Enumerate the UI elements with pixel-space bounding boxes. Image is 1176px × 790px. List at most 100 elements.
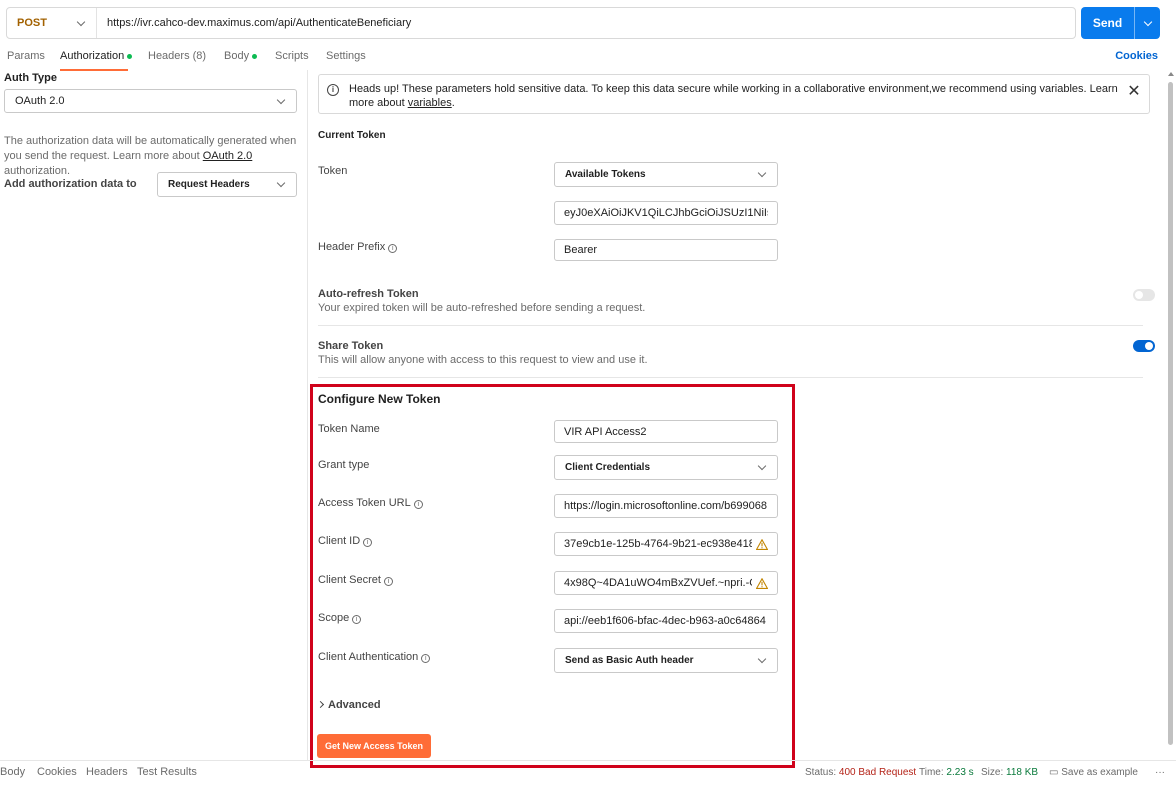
auth-desc-tail: authorization. [4, 165, 71, 177]
client-id-text: Client ID [318, 535, 361, 547]
client-authentication-select[interactable]: Send as Basic Auth header [554, 648, 778, 673]
client-id-label: Client ID i [318, 535, 373, 547]
tab-headers[interactable]: Headers (8) [148, 50, 206, 62]
client-authentication-label: Client Authentication i [318, 651, 431, 663]
client-secret-label: Client Secret i [318, 574, 393, 586]
grant-type-label: Grant type [318, 459, 370, 471]
share-token-desc: This will allow anyone with access to th… [318, 354, 648, 366]
info-icon[interactable]: i [352, 615, 362, 624]
add-auth-data-value: Request Headers [168, 179, 250, 190]
tab-authorization-label: Authorization [60, 50, 125, 62]
auto-refresh-toggle[interactable] [1133, 289, 1155, 301]
info-icon[interactable]: i [363, 538, 373, 547]
add-auth-data-label: Add authorization data to [4, 178, 137, 190]
close-icon[interactable]: ✕ [1127, 84, 1141, 100]
url-bar: POST https://ivr.cahco-dev.maximus.com/a… [6, 7, 1076, 39]
tab-params[interactable]: Params [7, 50, 45, 62]
grant-type-value: Client Credentials [565, 462, 651, 473]
header-prefix-value: Bearer [564, 244, 598, 256]
auto-refresh-title: Auto-refresh Token [318, 288, 419, 300]
save-icon: ▭ [1049, 767, 1059, 778]
save-as-example-button[interactable]: ▭ Save as example [1049, 767, 1138, 778]
response-tab-body[interactable]: Body [0, 766, 25, 778]
oauth2-link[interactable]: OAuth 2.0 [203, 150, 253, 162]
toggle-knob [1135, 291, 1143, 299]
response-tab-test-results[interactable]: Test Results [137, 766, 197, 778]
available-tokens-select[interactable]: Available Tokens [554, 162, 778, 187]
chevron-down-icon [276, 95, 286, 104]
tab-scripts[interactable]: Scripts [275, 50, 309, 62]
method-select[interactable]: POST [7, 8, 97, 38]
header-prefix-label: Header Prefix i [318, 241, 398, 253]
info-icon[interactable]: i [383, 577, 393, 586]
share-token-toggle[interactable] [1133, 340, 1155, 352]
token-value-field[interactable]: eyJ0eXAiOiJKV1QiLCJhbGciOiJSUzI1NiIsIng [554, 201, 778, 225]
current-token-title: Current Token [318, 130, 386, 141]
client-secret-value: 4x98Q~4DA1uWO4mBxZVUef.~npri.-O8 [564, 577, 752, 589]
tab-body[interactable]: Body [224, 50, 258, 62]
response-tab-headers[interactable]: Headers [86, 766, 128, 778]
tab-settings[interactable]: Settings [326, 50, 366, 62]
tab-body-label: Body [224, 50, 250, 62]
variables-link[interactable]: variables [408, 97, 452, 109]
scope-text: Scope [318, 612, 350, 624]
access-token-url-text: Access Token URL [318, 497, 411, 509]
token-name-value: VIR API Access2 [564, 425, 647, 438]
client-id-input[interactable]: 37e9cb1e-125b-4764-9b21-ec938e418e [554, 532, 778, 556]
tab-authorization[interactable]: Authorization [60, 50, 133, 62]
share-token-title: Share Token [318, 340, 384, 352]
send-button[interactable]: Send [1081, 7, 1160, 39]
auth-right-panel: i Heads up! These parameters hold sensit… [309, 70, 1167, 768]
modified-dot-icon [252, 53, 258, 59]
scope-input[interactable]: api://eeb1f606-bfac-4dec-b963-a0c64864 [554, 609, 778, 633]
auth-type-value: OAuth 2.0 [15, 95, 65, 107]
warning-icon[interactable] [756, 538, 768, 550]
auth-left-panel: Auth Type OAuth 2.0 The authorization da… [0, 70, 308, 760]
more-options-icon[interactable]: ··· [1155, 767, 1165, 778]
access-token-url-input[interactable]: https://login.microsoftonline.com/b69906… [554, 494, 778, 518]
advanced-toggle[interactable]: Advanced [316, 699, 381, 711]
size-label: Size: [981, 767, 1004, 778]
cookies-link[interactable]: Cookies [1115, 50, 1158, 62]
status-readout: Status: 400 Bad Request [805, 767, 916, 778]
info-icon[interactable]: i [421, 654, 431, 663]
divider [318, 325, 1143, 326]
chevron-down-icon [757, 654, 767, 664]
chevron-down-icon [757, 461, 767, 471]
client-secret-input[interactable]: 4x98Q~4DA1uWO4mBxZVUef.~npri.-O8 [554, 571, 778, 595]
header-prefix-input[interactable]: Bearer [554, 239, 778, 261]
token-name-input[interactable]: VIR API Access2 [554, 420, 778, 443]
grant-type-select[interactable]: Client Credentials [554, 455, 778, 480]
modified-dot-icon [127, 53, 133, 59]
info-icon[interactable]: i [388, 244, 398, 253]
scrollbar-thumb[interactable] [1168, 82, 1173, 745]
banner-tail: . [451, 97, 455, 109]
sensitive-data-banner: i Heads up! These parameters hold sensit… [318, 74, 1150, 114]
client-secret-text: Client Secret [318, 574, 381, 586]
size-value[interactable]: 118 KB [1006, 767, 1038, 778]
get-new-access-token-button[interactable]: Get New Access Token [317, 734, 431, 758]
client-authentication-text: Client Authentication [318, 651, 419, 663]
time-value[interactable]: 2.23 s [946, 767, 973, 778]
toggle-knob [1145, 342, 1153, 350]
response-tab-cookies[interactable]: Cookies [37, 766, 77, 778]
url-input[interactable]: https://ivr.cahco-dev.maximus.com/api/Au… [97, 17, 411, 29]
access-token-url-value: https://login.microsoftonline.com/b69906… [564, 500, 768, 512]
token-value: eyJ0eXAiOiJKV1QiLCJhbGciOiJSUzI1NiIsIng [564, 207, 768, 219]
scroll-up-arrow-icon[interactable] [1168, 72, 1174, 76]
status-value[interactable]: 400 Bad Request [839, 767, 916, 778]
chevron-down-icon [757, 168, 767, 178]
info-icon[interactable]: i [413, 500, 423, 509]
chevron-down-icon [276, 178, 286, 188]
access-token-url-label: Access Token URL i [318, 497, 423, 509]
auto-refresh-desc: Your expired token will be auto-refreshe… [318, 302, 646, 314]
time-label: Time: [919, 767, 944, 778]
auth-type-select[interactable]: OAuth 2.0 [4, 89, 297, 113]
send-options-button[interactable] [1134, 7, 1160, 39]
add-auth-data-select[interactable]: Request Headers [157, 172, 297, 197]
send-label: Send [1092, 16, 1123, 30]
method-label: POST [17, 17, 47, 29]
save-as-example-label: Save as example [1061, 767, 1138, 778]
info-icon: i [327, 84, 339, 96]
warning-icon[interactable] [756, 577, 768, 589]
